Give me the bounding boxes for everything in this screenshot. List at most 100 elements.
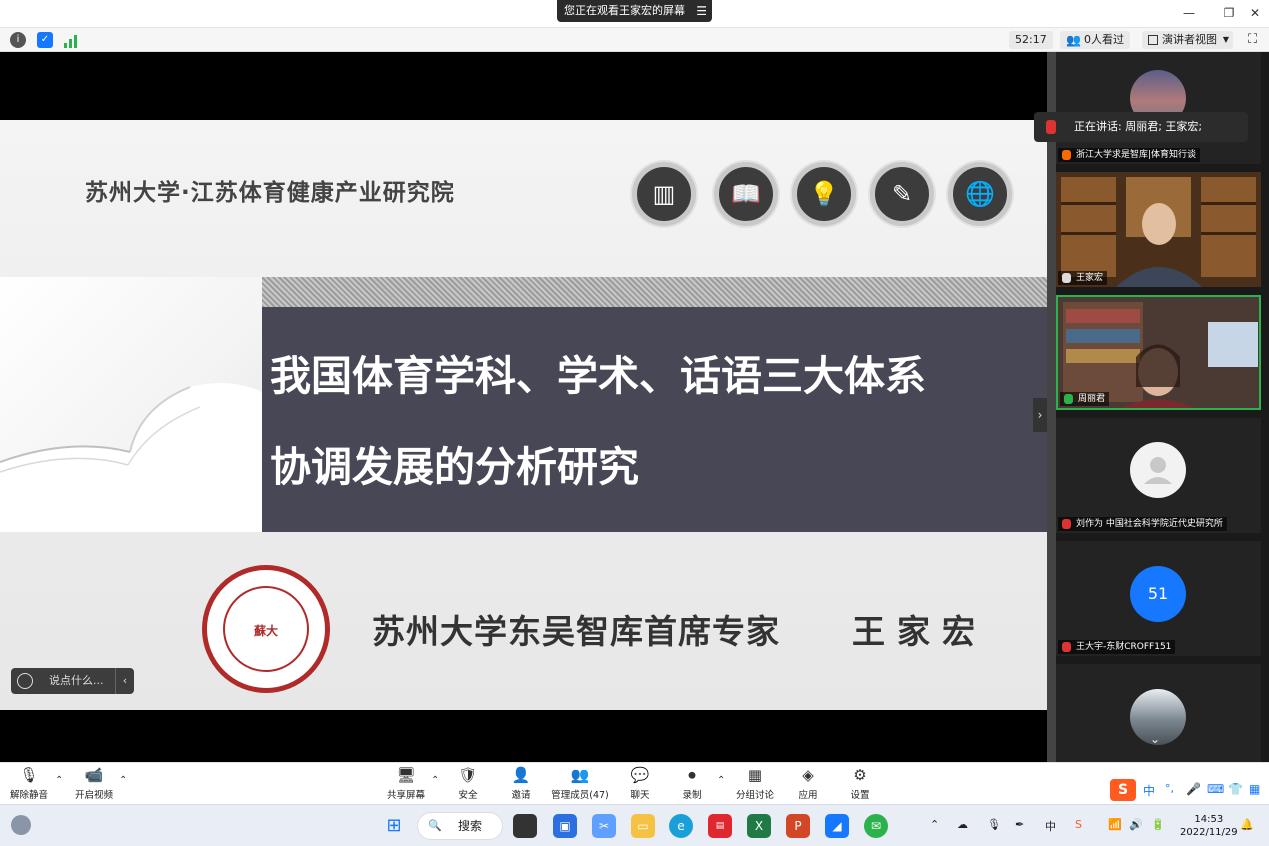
speaking-indicator: 正在讲话: 周丽君; 王家宏; — [1034, 112, 1248, 142]
emoji-icon[interactable] — [17, 673, 33, 689]
books-icon: ▥ — [632, 162, 696, 226]
video-button[interactable]: 📹 开启视频 — [62, 767, 126, 802]
chevron-left-icon[interactable]: ‹ — [115, 668, 134, 694]
ime-mode[interactable]: 中 — [1045, 818, 1056, 834]
globe-icon: 🌐 — [948, 162, 1012, 226]
chevron-right-icon[interactable]: › — [1033, 398, 1047, 432]
ime-punct-icon[interactable]: °, — [1165, 782, 1174, 795]
pen-icon[interactable]: ✒ — [1015, 818, 1024, 831]
wechat-icon[interactable]: ✉ — [864, 814, 888, 838]
presentation-slide: 苏州大学·江苏体育健康产业研究院 ▥ 📖 💡 ✎ 🌐 我国体育学科、学术、话语三… — [0, 120, 1047, 710]
participant-name: 王家宏 — [1076, 273, 1104, 283]
mic-muted-icon — [1062, 519, 1071, 529]
signal-icon[interactable] — [64, 33, 78, 48]
app-red-icon[interactable]: ▤ — [708, 814, 732, 838]
participant-tile[interactable]: 王家宏 — [1056, 172, 1261, 287]
slide-title-line1: 我国体育学科、学术、话语三大体系 — [270, 352, 926, 400]
meeting-info-bar: i ✓ 52:17 👥 0人看过 演讲者视图 ▼ ⛶ — [0, 28, 1269, 52]
store-icon[interactable]: ▣ — [553, 814, 577, 838]
taskbar-clock[interactable]: 14:53 2022/11/29 — [1180, 813, 1238, 839]
chevron-down-icon: ▼ — [1222, 35, 1229, 44]
user-icon — [1062, 150, 1071, 160]
add-user-icon: 👤 — [511, 766, 531, 784]
snipping-tool-icon[interactable]: ✂ — [592, 814, 616, 838]
ime-keyboard-icon[interactable]: ⌨ — [1207, 782, 1224, 796]
fullscreen-icon[interactable]: ⛶ — [1248, 32, 1257, 47]
ime-skin-icon[interactable]: 👕 — [1228, 782, 1243, 796]
participant-label: 周丽君 — [1060, 392, 1110, 406]
record-label: 录制 — [682, 790, 702, 801]
file-explorer-icon[interactable]: ▭ — [631, 814, 655, 838]
chat-input-bar[interactable]: 说点什么... ‹ — [11, 668, 134, 694]
restore-button[interactable]: ❐ — [1221, 5, 1237, 21]
meeting-app-icon[interactable]: ◢ — [825, 814, 849, 838]
close-button[interactable]: ✕ — [1247, 5, 1263, 21]
participant-tile[interactable]: 浙江大学求是智库|体育知行谈 — [1056, 52, 1261, 164]
viewers-count: 0人看过 — [1084, 33, 1124, 46]
menu-icon[interactable]: ☰ — [696, 0, 707, 22]
ime-logo-icon[interactable]: S — [1110, 779, 1136, 801]
invite-button[interactable]: 👤 邀请 — [489, 766, 553, 802]
chevron-down-icon[interactable]: ⌄ — [1150, 732, 1160, 746]
expert-title: 苏州大学东吴智库首席专家 — [372, 612, 780, 651]
open-book-image — [0, 277, 262, 532]
windows-taskbar: ⊞ 🔍 搜索 ▣ ✂ ▭ e ▤ X P ◢ ✉ ⌃ ☁ 🎙 ✒ 中 S 📶 🔊… — [0, 804, 1269, 846]
powerpoint-icon[interactable]: P — [786, 814, 810, 838]
participant-tile[interactable]: 刘作为 中国社会科学院近代史研究所 — [1056, 418, 1261, 533]
mic-icon[interactable]: 🎙 — [987, 818, 1001, 831]
mic-icon — [1062, 273, 1071, 283]
participant-tile[interactable]: 51 王大宇-东财CROFF151 — [1056, 541, 1261, 656]
search-input[interactable]: 🔍 搜索 — [417, 812, 503, 840]
viewers-button[interactable]: 👥 0人看过 — [1060, 31, 1130, 49]
seal-center: 蘇大 — [223, 586, 309, 672]
screen-share-banner[interactable]: 您正在观看王家宏的屏幕 ☰ — [557, 0, 712, 22]
participant-label: 王大宇-东财CROFF151 — [1058, 640, 1176, 654]
chat-input[interactable]: 说点什么... — [49, 668, 104, 694]
wifi-icon[interactable]: 📶 — [1108, 818, 1122, 831]
breakout-icon: ▦ — [747, 766, 763, 784]
record-icon: ⏺ — [688, 766, 696, 784]
sogou-icon[interactable]: S — [1075, 818, 1082, 831]
share-banner-text: 您正在观看王家宏的屏幕 — [564, 4, 685, 17]
record-button[interactable]: ⏺ 录制 — [660, 766, 724, 802]
participant-tile[interactable]: ⌄ — [1056, 664, 1261, 762]
widgets-icon[interactable] — [11, 815, 31, 835]
start-icon[interactable]: ⊞ — [382, 814, 406, 838]
notification-icon[interactable]: 🔔 — [1240, 818, 1254, 831]
members-button[interactable]: 👥 管理成员(47) — [548, 767, 612, 802]
cloud-icon[interactable]: ☁ — [957, 818, 968, 831]
layout-icon — [1148, 35, 1158, 45]
share-screen-icon: 🖥 — [396, 766, 416, 784]
speaking-text: 正在讲话: 周丽君; 王家宏; — [1074, 120, 1203, 133]
participant-name: 周丽君 — [1078, 394, 1106, 404]
minimize-button[interactable]: — — [1181, 5, 1197, 21]
ime-voice-icon[interactable]: 🎤 — [1186, 782, 1201, 796]
members-label: 管理成员(47) — [551, 790, 609, 801]
chevron-up-icon[interactable]: ⌃ — [930, 818, 939, 831]
excel-icon[interactable]: X — [747, 814, 771, 838]
video-label: 开启视频 — [74, 790, 113, 801]
ime-language[interactable]: 中 — [1143, 782, 1155, 799]
shield-icon[interactable]: ✓ — [37, 32, 53, 48]
open-book-icon: 📖 — [714, 162, 778, 226]
participant-tile[interactable]: 周丽君 — [1056, 295, 1261, 410]
chevron-up-icon[interactable]: ⌃ — [119, 775, 127, 786]
meeting-timer: 52:17 — [1009, 31, 1053, 49]
settings-button[interactable]: ⚙ 设置 — [828, 767, 892, 802]
panel-scrollbar[interactable] — [1047, 52, 1056, 762]
info-icon[interactable]: i — [10, 32, 26, 48]
view-mode-dropdown[interactable]: 演讲者视图 ▼ — [1142, 31, 1233, 49]
share-screen-button[interactable]: 🖥 共享屏幕 — [374, 766, 438, 802]
settings-label: 设置 — [850, 790, 870, 801]
battery-icon[interactable]: 🔋 — [1151, 818, 1165, 831]
slide-title-box: 我国体育学科、学术、话语三大体系 协调发展的分析研究 — [262, 307, 1047, 532]
ime-apps-icon[interactable]: ▦ — [1249, 782, 1260, 796]
mute-button[interactable]: 🎙 解除静音 — [0, 767, 61, 802]
security-label: 安全 — [458, 790, 478, 801]
breakout-label: 分组讨论 — [735, 790, 774, 801]
edge-icon[interactable]: e — [669, 814, 693, 838]
volume-icon[interactable]: 🔊 — [1129, 818, 1143, 831]
invite-label: 邀请 — [511, 790, 531, 801]
task-view-icon[interactable] — [513, 814, 537, 838]
apps-icon: ◈ — [802, 766, 814, 784]
